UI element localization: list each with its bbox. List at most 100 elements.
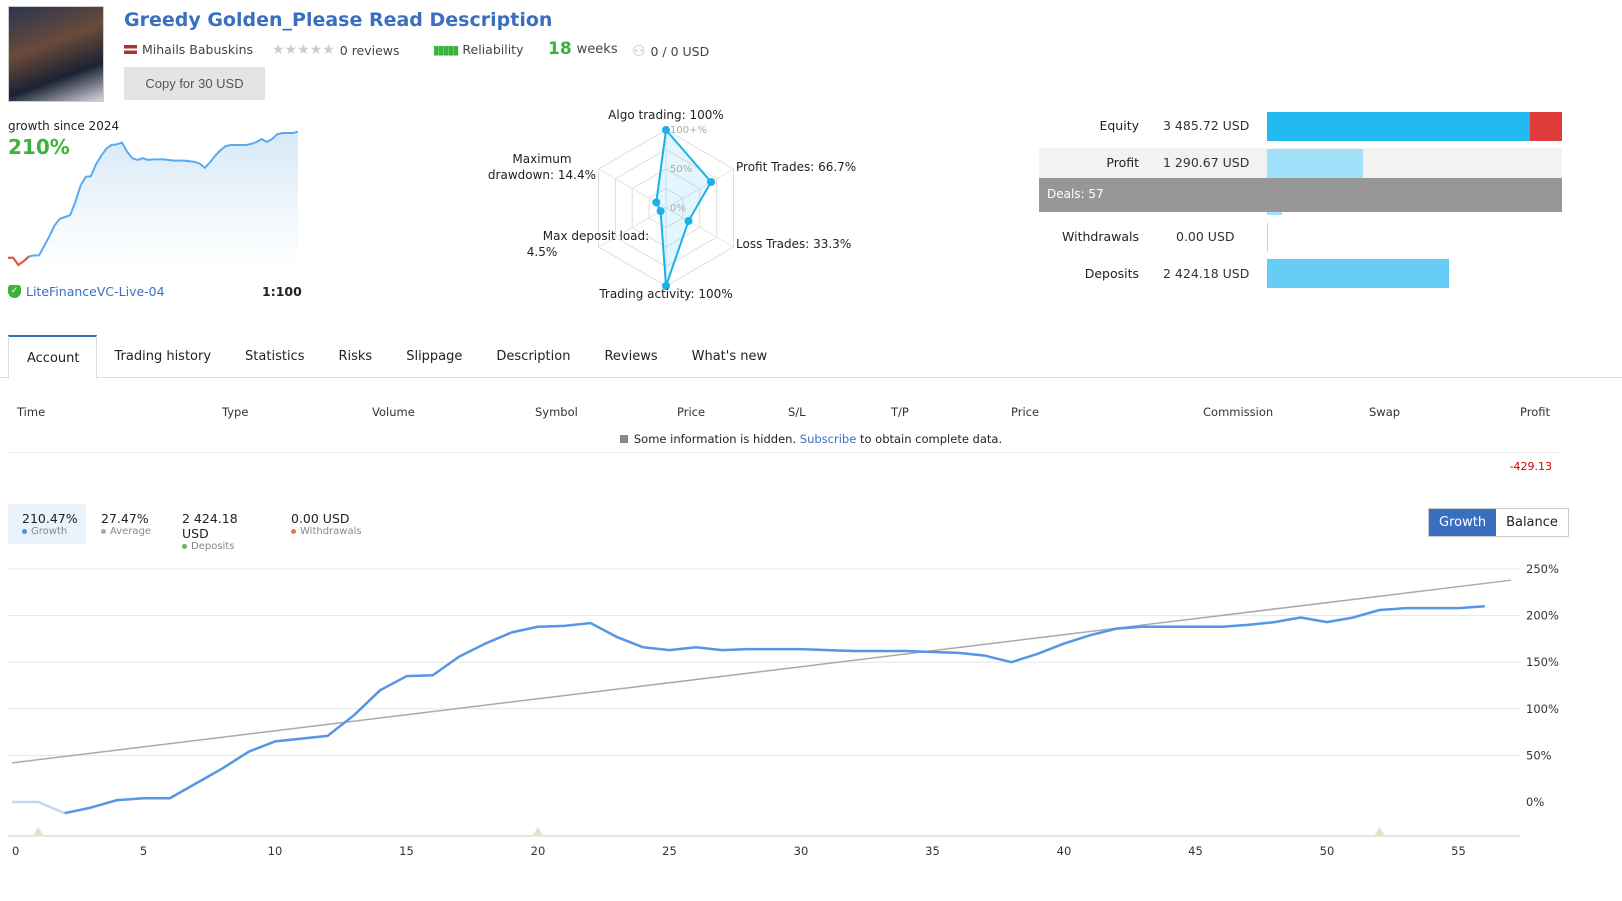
column-header[interactable]: Swap: [1369, 405, 1400, 419]
withdrawals-label: Withdrawals: [1062, 229, 1139, 244]
legend-dot-icon: [182, 543, 187, 549]
withdrawals-value: 0.00 USD: [1176, 229, 1235, 244]
tab-reviews[interactable]: Reviews: [586, 335, 673, 379]
signal-title[interactable]: Greedy Golden_Please Read Description: [124, 9, 552, 31]
leverage: 1:100: [262, 284, 302, 299]
legend-dot-icon: [22, 528, 27, 534]
x-tick-label: 5: [140, 844, 147, 858]
radar-point: [656, 207, 665, 216]
x-tick-label: 10: [268, 844, 283, 858]
stat-value: 0.00 USD: [291, 511, 350, 526]
total-profit: -429.13: [1509, 460, 1552, 473]
subscribe-link[interactable]: Subscribe: [800, 432, 857, 446]
reviews-count[interactable]: 0 reviews: [340, 43, 400, 58]
equity-value: 3 485.72 USD: [1163, 118, 1250, 133]
radar-point: [707, 177, 716, 186]
stat-label: Average: [101, 526, 153, 537]
deposit-marker: [533, 827, 543, 835]
column-header[interactable]: Price: [1011, 405, 1039, 419]
deposit-marker: [1374, 827, 1385, 835]
y-tick-label: 50%: [1526, 748, 1552, 762]
balance-toggle[interactable]: Balance: [1496, 509, 1568, 536]
tab-statistics[interactable]: Statistics: [227, 335, 320, 379]
hidden-notice: Some information is hidden. Subscribe to…: [0, 432, 1622, 446]
radar-label: Max deposit load: 4.5%: [527, 229, 649, 259]
tab-slippage[interactable]: Slippage: [388, 335, 478, 379]
author-name[interactable]: Mihails Babuskins: [142, 42, 253, 57]
y-tick-label: 200%: [1526, 609, 1559, 623]
column-header[interactable]: Commission: [1203, 405, 1273, 419]
tab-account[interactable]: Account: [8, 335, 97, 379]
growth-chart[interactable]: 0% 50% 100% 150% 200% 250% 0 5 10 15 20 25 30 35 40 45 5…: [0, 555, 1622, 901]
column-header[interactable]: Symbol: [535, 405, 578, 419]
radar-chart: 100+% 50% 0% Algo trading: 100% Profit Trade…: [488, 108, 856, 301]
weeks: 18 weeks: [548, 39, 618, 59]
loss-bar: [1530, 112, 1562, 141]
author[interactable]: Mihails Babuskins: [124, 42, 253, 57]
tab-risks[interactable]: Risks: [320, 335, 388, 379]
deals-tooltip: Deals: 57: [1039, 178, 1562, 212]
deposits-bar: [1267, 259, 1449, 288]
column-header[interactable]: Type: [222, 405, 248, 419]
mini-growth-chart[interactable]: [8, 125, 298, 270]
avatar[interactable]: [8, 6, 104, 102]
copy-button[interactable]: Copy for 30 USD: [124, 67, 265, 100]
x-tick-label: 45: [1188, 844, 1203, 858]
profit-bar: [1267, 149, 1363, 179]
x-tick-label: 35: [925, 844, 940, 858]
average-trend-line: [11, 579, 1512, 764]
rating[interactable]: ★★★★★ 0 reviews: [272, 42, 400, 58]
stat-withdrawals[interactable]: 0.00 USD Withdrawals: [277, 504, 377, 544]
legend-dot-icon: [291, 528, 296, 534]
column-header[interactable]: Price: [677, 405, 705, 419]
x-tick-label: 15: [399, 844, 414, 858]
radar-label: Maximum drawdown: 14.4%: [488, 152, 596, 182]
column-header[interactable]: Volume: [372, 405, 415, 419]
radar-label: Loss Trades: 33.3%: [736, 237, 851, 251]
subscribers: ⚇ 0 / 0 USD: [632, 42, 710, 60]
growth-line-initial: [12, 800, 66, 815]
growth-toggle[interactable]: Growth: [1429, 509, 1497, 536]
server-link[interactable]: ✓ LiteFinanceVC-Live-04: [8, 284, 165, 299]
column-header[interactable]: S/L: [788, 405, 806, 419]
radar-label: Trading activity: 100%: [598, 287, 732, 301]
radar-label: Algo trading: 100%: [608, 108, 724, 122]
stat-label: Deposits: [182, 541, 262, 552]
stat-label: Withdrawals: [291, 526, 363, 537]
stars-icon: ★★★★★: [272, 42, 335, 58]
y-tick-label: 0%: [1526, 795, 1544, 809]
chart-toggle: Growth Balance: [1428, 508, 1569, 537]
sparkline-area: [8, 131, 298, 265]
y-tick-label: 150%: [1526, 655, 1559, 669]
stat-deposits[interactable]: 2 424.18 USD Deposits: [168, 504, 276, 552]
radar-scale-label: 100+%: [670, 125, 707, 136]
x-tick-label: 40: [1057, 844, 1072, 858]
growth-line: [64, 605, 1485, 815]
tab-trading-history[interactable]: Trading history: [97, 335, 228, 379]
y-tick-label: 250%: [1526, 562, 1559, 576]
deposits-value: 2 424.18 USD: [1163, 266, 1250, 281]
y-tick-label: 100%: [1526, 702, 1559, 716]
tab-bar: Account Trading history Statistics Risks Sli…: [8, 335, 783, 379]
radar-point: [662, 126, 670, 134]
stat-value: 27.47%: [101, 511, 149, 526]
stat-growth[interactable]: 210.47% Growth: [8, 504, 86, 544]
x-tick-label: 0: [12, 844, 19, 858]
column-header[interactable]: T/P: [891, 405, 909, 419]
verified-shield-icon: ✓: [8, 285, 21, 298]
radar-point: [652, 198, 661, 207]
radar-point: [684, 216, 693, 225]
radar-scale-label: 0%: [670, 203, 686, 214]
flag-icon: [124, 45, 137, 54]
column-header[interactable]: Time: [17, 405, 45, 419]
info-icon: [619, 435, 628, 443]
deposit-marker: [33, 827, 44, 835]
reliability: ▮▮▮▮▮ Reliability: [433, 42, 524, 57]
stat-average[interactable]: 27.47% Average: [87, 504, 167, 544]
column-header[interactable]: Profit: [1520, 405, 1550, 419]
x-tick-label: 50: [1320, 844, 1335, 858]
legend-dot-icon: [101, 528, 106, 534]
tab-what-s-new[interactable]: What's new: [674, 335, 784, 379]
stat-value: 2 424.18 USD: [182, 511, 238, 541]
tab-description[interactable]: Description: [478, 335, 586, 379]
